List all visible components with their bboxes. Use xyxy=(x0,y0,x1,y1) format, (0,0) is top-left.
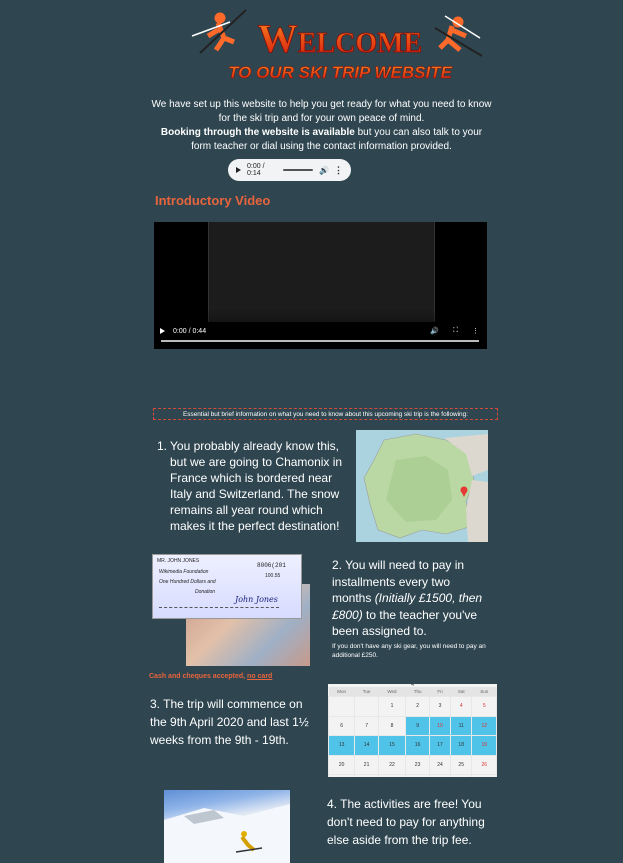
point-4: 4. The activities are free! You don't ne… xyxy=(327,797,485,847)
video-more-options-icon[interactable]: ⋮ xyxy=(472,327,479,335)
video-frame xyxy=(208,222,435,322)
video-play-icon[interactable] xyxy=(160,328,165,334)
payment-methods-note: Cash and cheques accepted, no card xyxy=(149,673,272,680)
video-time: 0:00 / 0:44 xyxy=(173,327,207,335)
cheque-image: MR. JOHN JONES 8006(201 Wikimedia Founda… xyxy=(152,554,302,619)
calendar-day-header: Sun xyxy=(471,687,497,697)
skier-right-icon xyxy=(434,15,483,57)
fullscreen-icon[interactable]: ⛶ xyxy=(453,327,458,335)
calendar-day-header: Wed xyxy=(378,687,406,697)
france-map-image xyxy=(356,430,488,542)
point-2-gear-note: If you don't have any ski gear, you will… xyxy=(332,642,486,659)
calendar-day-header: Mon xyxy=(328,687,355,697)
cheque-and-money-image: MR. JOHN JONES 8006(201 Wikimedia Founda… xyxy=(152,554,312,666)
calendar-day-header: Fri xyxy=(429,687,451,697)
cash-text: Cash and cheques accepted, xyxy=(149,673,248,680)
audio-time: 0:00 / 0:14 xyxy=(247,163,265,177)
site-banner: Welcome To our ski trip website xyxy=(190,8,485,88)
intro-line1: We have set up this website to help you … xyxy=(151,99,492,124)
banner-title: Welcome xyxy=(258,16,422,61)
skier-photo xyxy=(164,790,290,863)
skier-left-icon xyxy=(191,9,247,54)
point-1-text: You probably already know this, but we a… xyxy=(170,439,343,533)
point-1-number: 1. xyxy=(157,439,168,453)
calendar-day-header: Thu xyxy=(405,687,430,697)
point-3: 3. The trip will commence on the 9th Apr… xyxy=(150,697,309,747)
intro-bold: Booking through the website is available xyxy=(160,127,355,138)
essential-info-label: Essential but brief information on what … xyxy=(153,408,498,420)
video-progress-bar[interactable] xyxy=(161,340,479,342)
calendar-day-header: Tue xyxy=(354,687,379,697)
video-volume-icon[interactable]: 🔊 xyxy=(430,327,439,335)
play-icon[interactable] xyxy=(236,167,241,173)
more-options-icon[interactable]: ⋮ xyxy=(334,165,343,176)
calendar-image: 4 Mon Tue Wed Thu Fri Sat Sun 12345 6789… xyxy=(328,684,497,777)
video-player[interactable]: 0:00 / 0:44 🔊 ⛶ ⋮ xyxy=(154,222,487,349)
calendar-day-header: Sat xyxy=(450,687,472,697)
video-heading: Introductory Video xyxy=(155,193,271,208)
banner-subtitle: To our ski trip website xyxy=(228,63,453,82)
audio-player[interactable]: 0:00 / 0:14 🔊 ⋮ xyxy=(228,159,351,181)
no-card-text: no card xyxy=(247,673,273,680)
audio-progress-bar[interactable] xyxy=(282,169,314,171)
intro-text: We have set up this website to help you … xyxy=(150,98,493,154)
point-2: 2. You will need to pay in installments … xyxy=(332,557,492,660)
volume-icon[interactable]: 🔊 xyxy=(319,166,329,175)
